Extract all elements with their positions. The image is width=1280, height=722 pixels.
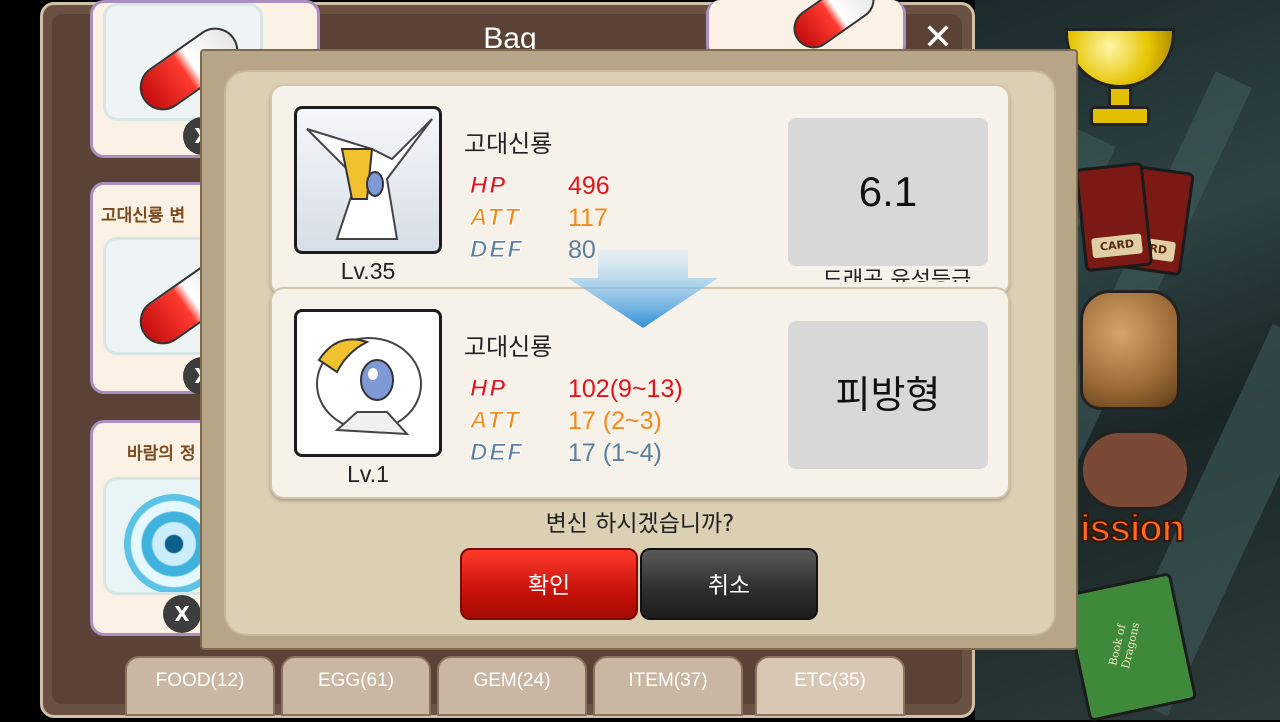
tab-label: ITEM(37) — [628, 670, 708, 691]
tab-etc[interactable]: ETC(35) — [755, 656, 905, 716]
backpack-icon[interactable] — [1080, 290, 1180, 410]
card-label: CARD — [1091, 233, 1143, 259]
grade-value: 6.1 — [858, 168, 918, 215]
dragon-name: 고대신룡 — [464, 333, 553, 361]
level-label: Lv.1 — [347, 461, 389, 487]
tab-food[interactable]: FOOD(12) — [125, 656, 275, 716]
trophy-stem — [1108, 86, 1132, 108]
tab-label: ETC(35) — [794, 670, 866, 691]
def-label: DEF — [470, 236, 524, 264]
ancient-dragon-baby-icon — [316, 337, 422, 436]
att-label: ATT — [470, 407, 521, 435]
def-value: 17 (1~4) — [568, 439, 662, 467]
grade-box: 6.1 — [788, 118, 988, 266]
dragon-portrait-adult — [294, 106, 442, 254]
card-icon[interactable]: CARD — [1074, 161, 1154, 273]
tab-label: EGG(61) — [317, 670, 395, 691]
tab-label: FOOD(12) — [155, 670, 245, 691]
def-label: DEF — [470, 439, 524, 467]
badge: X — [163, 595, 201, 633]
att-value: 117 — [568, 204, 608, 232]
tab-egg[interactable]: EGG(61) — [281, 656, 431, 716]
tab-label: GEM(24) — [473, 670, 551, 691]
confirm-button[interactable]: 확인 — [460, 548, 638, 620]
tab-gem[interactable]: GEM(24) — [437, 656, 587, 716]
confirm-question: 변신 하시겠습니까? — [545, 511, 735, 537]
ancient-dragon-adult-icon — [306, 118, 433, 240]
dragon-portrait-baby — [294, 309, 442, 457]
hp-value: 496 — [568, 172, 610, 200]
att-value: 17 (2~3) — [568, 407, 662, 435]
att-label: ATT — [470, 204, 521, 232]
type-value: 피방형 — [835, 373, 941, 417]
capsule-icon — [785, 0, 883, 57]
mission-creature-icon — [1080, 430, 1190, 510]
mission-label[interactable]: ission — [1079, 507, 1220, 551]
trophy-base — [1090, 106, 1150, 126]
type-box: 피방형 — [788, 321, 988, 469]
tab-item[interactable]: ITEM(37) — [593, 656, 743, 716]
cancel-button[interactable]: 취소 — [640, 548, 818, 620]
book-label: Book of Dragons — [1106, 621, 1143, 670]
hp-label: HP — [469, 375, 508, 403]
dragon-name: 고대신룡 — [464, 130, 553, 158]
arrow-down-icon — [568, 250, 718, 328]
hp-label: HP — [469, 172, 508, 200]
hp-value: 102(9~13) — [568, 375, 683, 403]
grade-caption: 드래곤 육성등급 — [822, 268, 972, 282]
level-label: Lv.35 — [340, 258, 396, 284]
